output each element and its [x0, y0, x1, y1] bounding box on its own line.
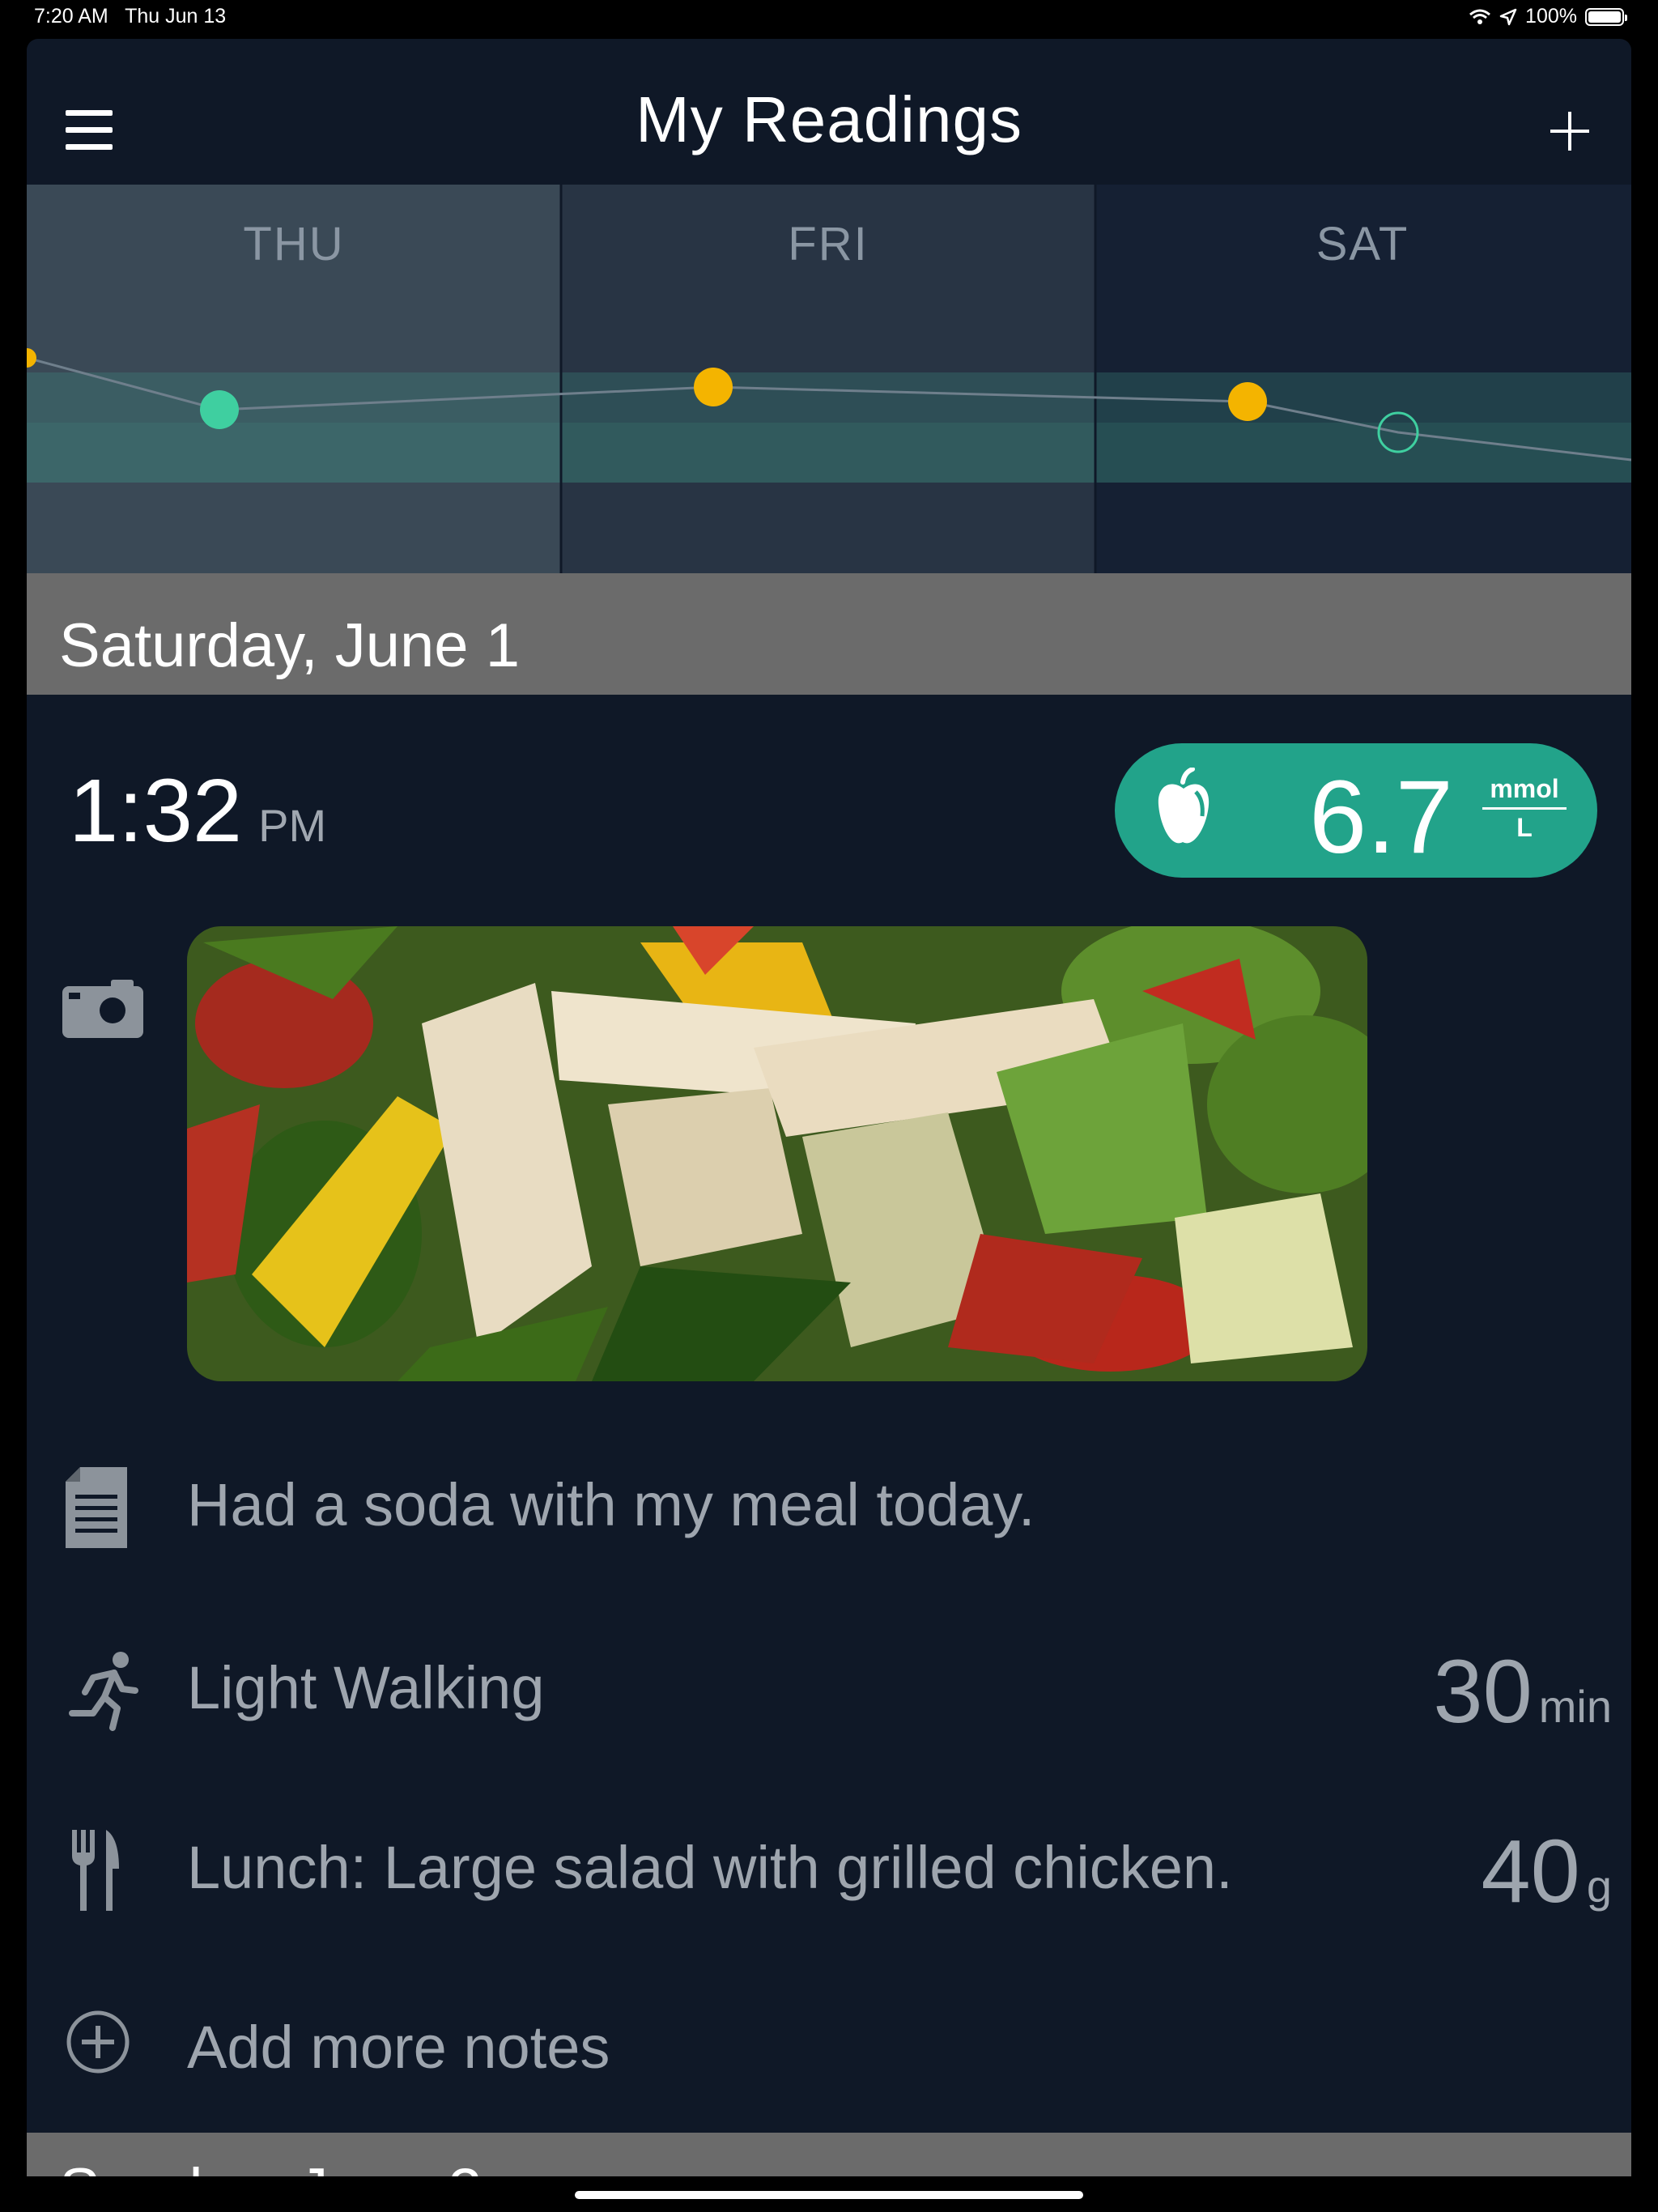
day-label-sat: SAT — [1316, 218, 1409, 270]
glucose-value-badge[interactable]: 6.7 mmol L — [1115, 743, 1597, 878]
next-date-header: Sunday, June 2 — [27, 2133, 1631, 2176]
reading-time: 1:32 PM — [69, 759, 326, 862]
reading-time-value: 1:32 — [69, 761, 243, 861]
unit-divider — [1482, 807, 1567, 810]
meal-row[interactable]: Lunch: Large salad with grilled chicken.… — [27, 1815, 1631, 1921]
battery-icon — [1585, 7, 1627, 26]
reading-ampm: PM — [258, 800, 327, 851]
activity-value: 30 — [1433, 1642, 1533, 1742]
day-label-thu: THU — [243, 218, 345, 270]
status-date: Thu Jun 13 — [125, 5, 227, 28]
glucose-unit-bottom: L — [1516, 813, 1533, 842]
meal-carbs: 40 g — [1481, 1820, 1612, 1923]
note-text: Had a soda with my meal today. — [187, 1471, 1035, 1538]
meal-photo[interactable] — [187, 926, 1367, 1381]
readings-chart[interactable]: THU FRI SAT — [27, 185, 1631, 573]
activity-duration: 30 min — [1433, 1640, 1612, 1743]
date-header-text: Saturday, June 1 — [59, 611, 520, 680]
add-reading-button[interactable] — [1550, 112, 1589, 151]
activity-unit: min — [1538, 1681, 1612, 1732]
battery-percent: 100% — [1525, 5, 1577, 28]
add-more-notes-label: Add more notes — [187, 2014, 610, 2081]
glucose-unit-top: mmol — [1490, 774, 1559, 803]
location-icon — [1499, 8, 1517, 25]
chart-point[interactable] — [694, 368, 733, 406]
meal-photo-image — [187, 926, 1367, 1381]
status-right: 100% — [1469, 5, 1627, 28]
chart-point[interactable] — [200, 390, 239, 429]
activity-label: Light Walking — [187, 1654, 545, 1721]
status-bar: 7:20 AM Thu Jun 13 100% — [0, 0, 1658, 36]
day-label-fri: FRI — [788, 218, 869, 270]
apple-icon — [1158, 768, 1209, 844]
glucose-unit: mmol L — [1482, 774, 1567, 843]
add-notes-row[interactable]: Add more notes — [27, 1995, 1631, 2092]
wifi-icon — [1469, 9, 1491, 24]
add-circle-icon — [66, 2010, 130, 2074]
activity-row[interactable]: Light Walking 30 min — [27, 1636, 1631, 1742]
chart-point[interactable] — [1228, 382, 1267, 421]
app-window: My Readings THU FRI SAT Saturday, June 1… — [27, 39, 1631, 2176]
nav-bar: My Readings — [27, 39, 1631, 185]
meal-label: Lunch: Large salad with grilled chicken. — [187, 1834, 1233, 1901]
running-icon — [69, 1652, 138, 1731]
meal-value: 40 — [1481, 1822, 1580, 1921]
camera-icon[interactable] — [62, 980, 143, 1038]
date-header: Saturday, June 1 — [27, 573, 1631, 695]
home-indicator[interactable] — [575, 2191, 1083, 2199]
page-title: My Readings — [636, 83, 1022, 155]
note-icon — [66, 1467, 127, 1548]
status-time: 7:20 AM — [34, 5, 108, 28]
fork-knife-icon — [72, 1830, 119, 1911]
glucose-value: 6.7 — [1309, 759, 1453, 875]
next-date-header-text: Sunday, June 2 — [59, 2155, 483, 2176]
note-row[interactable]: Had a soda with my meal today. — [27, 1453, 1631, 1550]
status-time-date: 7:20 AM Thu Jun 13 — [34, 5, 226, 28]
meal-unit: g — [1586, 1861, 1612, 1912]
